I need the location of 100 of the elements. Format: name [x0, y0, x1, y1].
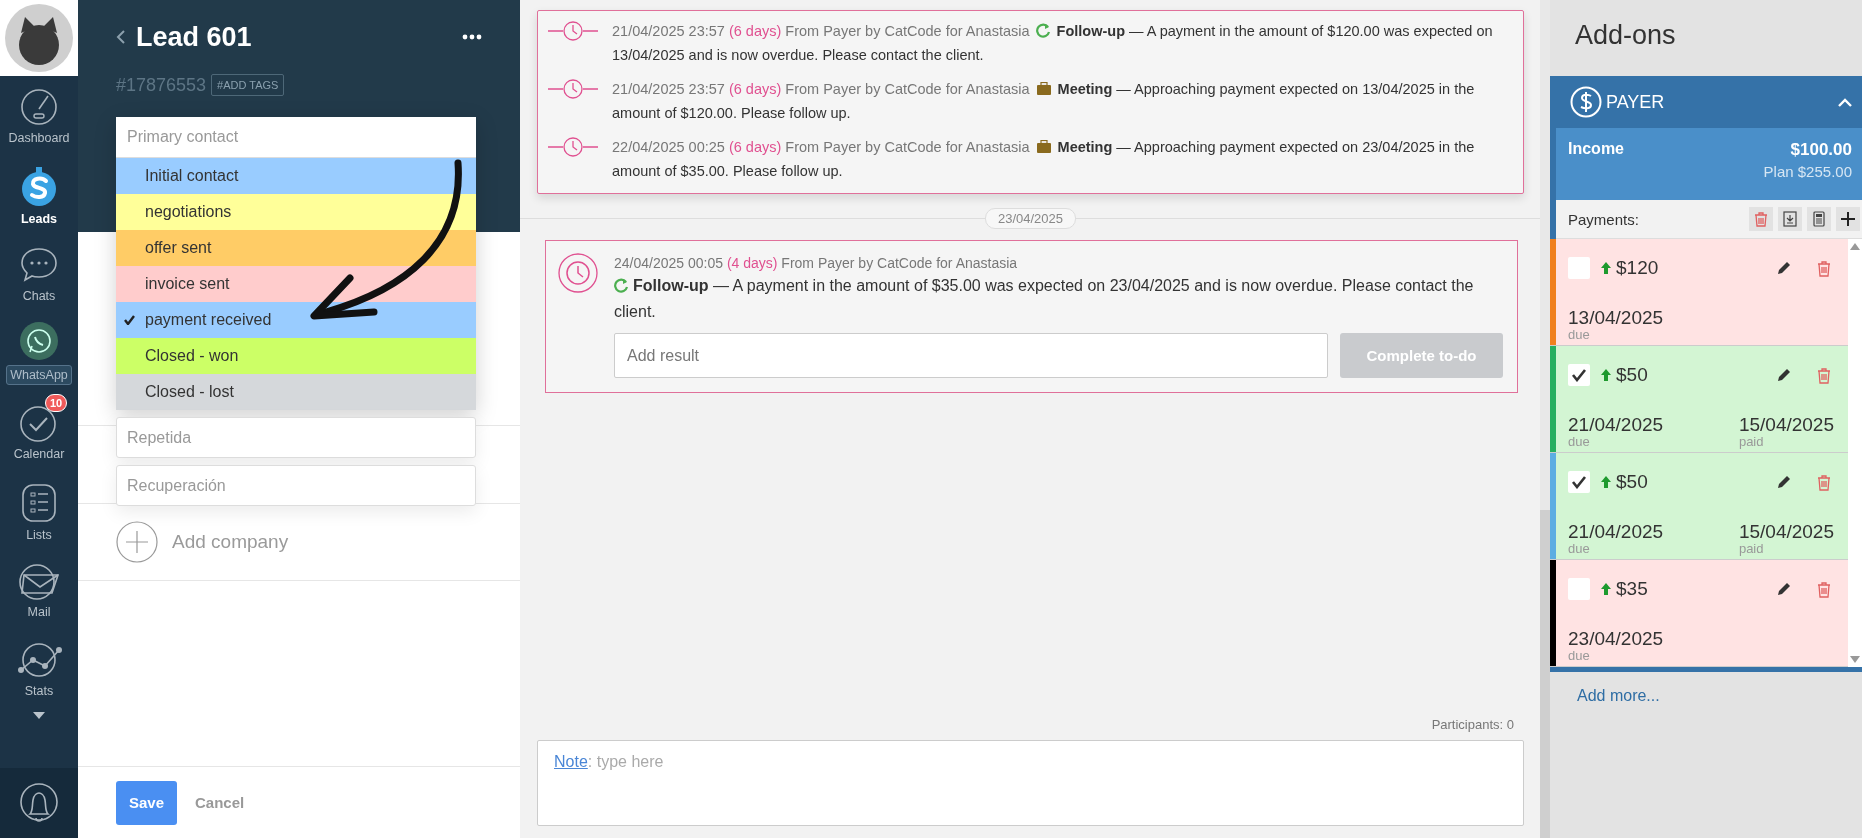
due-date: 21/04/2025	[1568, 522, 1665, 542]
income-label: Income	[1568, 140, 1624, 159]
phone-bubble-icon	[19, 320, 59, 361]
up-arrow-icon	[1600, 475, 1612, 489]
caret-icon[interactable]	[33, 712, 45, 720]
plus-button[interactable]	[1836, 207, 1860, 231]
scroll-down-icon[interactable]	[1850, 656, 1860, 663]
nav-item[interactable]: Leads	[0, 155, 78, 234]
checkbox[interactable]	[1568, 471, 1590, 493]
panel-title: Add-ons	[1574, 19, 1677, 52]
lead-title: Lead 601	[136, 21, 252, 53]
add-tags-button[interactable]: #ADD TAGS	[211, 74, 285, 96]
paid-date: 15/04/2025	[1738, 415, 1834, 435]
pencil-icon[interactable]	[1776, 474, 1792, 490]
plus-icon	[1839, 210, 1857, 228]
nav-item[interactable]: Mail	[0, 550, 78, 629]
download-file-button[interactable]	[1778, 207, 1802, 231]
payment-amount: $120	[1616, 257, 1659, 279]
nav-item[interactable]: Calendar 10	[0, 392, 78, 471]
download-file-icon	[1781, 210, 1799, 228]
more-icon[interactable]	[462, 34, 482, 40]
due-date: 13/04/2025	[1568, 308, 1665, 328]
check-icon	[1571, 368, 1587, 382]
back-icon[interactable]	[116, 29, 126, 45]
due-date: 23/04/2025	[1568, 629, 1665, 649]
scroll-up-icon[interactable]	[1850, 243, 1860, 250]
stage-option[interactable]: negotiations	[116, 194, 476, 230]
dollar-logo-icon	[1570, 86, 1602, 118]
stage-option[interactable]: invoice sent	[116, 266, 476, 302]
pencil-icon[interactable]	[1776, 581, 1792, 597]
add-more-link[interactable]: Add more...	[1550, 672, 1862, 705]
payment-amount: $50	[1616, 471, 1648, 493]
plus-icon[interactable]	[116, 521, 158, 563]
check-icon	[1571, 475, 1587, 489]
refresh-icon	[1035, 23, 1051, 38]
note-text: 22/04/2025 00:25 (6 days) From Payer by CatCode for Anastasia Meeting — Approaching payment expected on 23/04/2025 in the amount of $35.00. Please follow up.	[612, 138, 1476, 181]
refresh-icon	[614, 278, 629, 293]
stage-option[interactable]: offer sent	[116, 230, 476, 266]
count-badge: 10	[45, 394, 68, 412]
trash-icon[interactable]	[1816, 580, 1832, 598]
paid-date: 15/04/2025	[1738, 522, 1834, 542]
date-caption: paid	[1738, 435, 1764, 448]
clock-icon	[558, 253, 598, 293]
pencil-icon[interactable]	[1776, 260, 1792, 276]
date-caption: due	[1568, 328, 1591, 341]
note-field[interactable]: : type here	[587, 753, 1507, 771]
stage-option[interactable]: payment received	[116, 302, 476, 338]
date-caption: due	[1568, 649, 1591, 662]
payments-label: Payments:	[1568, 210, 1639, 228]
trash-button[interactable]	[1749, 207, 1773, 231]
up-arrow-icon	[1600, 582, 1612, 596]
payer-name: PAYER	[1606, 91, 1665, 113]
scrollbar-thumb[interactable]	[1540, 510, 1550, 838]
date-separator: 23/04/2025	[984, 207, 1077, 229]
briefcase-icon	[1035, 82, 1052, 96]
date-caption: due	[1568, 435, 1591, 448]
nav-item[interactable]: Chats	[0, 234, 78, 313]
checkbox[interactable]	[1568, 257, 1590, 279]
note-text: 21/04/2025 23:57 (6 days) From Payer by CatCode for Anastasia Follow-up — A payment in the amount of $120.00 was expected on 13/04/2025 and is now overdue. Please contact the client.	[612, 22, 1494, 65]
note-text: Follow-up — A payment in the amount of $35.00 was expected on 23/04/2025 and is now overdue. Please contact the client.	[614, 276, 1475, 322]
stage-option[interactable]: Initial contact	[116, 158, 476, 194]
pencil-icon[interactable]	[1776, 367, 1792, 383]
clock-icon	[548, 19, 598, 43]
trash-icon[interactable]	[1816, 473, 1832, 491]
trash-icon[interactable]	[1816, 366, 1832, 384]
chevron-up-icon[interactable]	[1838, 97, 1852, 107]
calculator-button[interactable]	[1807, 207, 1831, 231]
note-link[interactable]: Note	[554, 753, 588, 771]
nav-item[interactable]: Dashboard	[0, 76, 78, 155]
checkbox[interactable]	[1568, 578, 1590, 600]
checkbox[interactable]	[1568, 364, 1590, 386]
calculator-icon	[1810, 210, 1828, 228]
income-amount: $100.00	[1790, 140, 1852, 160]
nav-item[interactable]: WhatsApp	[0, 313, 78, 392]
note-text: 21/04/2025 23:57 (6 days) From Payer by CatCode for Anastasia Meeting — Approaching payment expected on 13/04/2025 in the amount of $120.00. Please follow up.	[612, 80, 1476, 123]
note-meta: 24/04/2025 00:05 (4 days) From Payer by CatCode for Anastasia	[614, 254, 1019, 273]
lead-number: #17876553	[116, 74, 207, 96]
up-arrow-icon	[1600, 261, 1612, 275]
trash-icon[interactable]	[1816, 259, 1832, 277]
briefcase-icon	[1035, 140, 1052, 154]
date-caption: due	[1568, 542, 1591, 555]
result-field[interactable]: Add result	[614, 333, 1328, 378]
stage-option[interactable]: Closed - won	[116, 338, 476, 374]
date-caption: paid	[1738, 542, 1764, 555]
clock-icon	[548, 77, 598, 101]
text-field[interactable]: Recuperación	[116, 465, 476, 506]
stage-option[interactable]: Closed - lost	[116, 374, 476, 410]
clock-icon	[548, 135, 598, 159]
participants-count: Participants: 0	[1431, 717, 1514, 732]
payment-amount: $50	[1616, 364, 1648, 386]
trash-icon	[1752, 210, 1770, 228]
due-date: 21/04/2025	[1568, 415, 1665, 435]
payment-amount: $35	[1616, 578, 1648, 600]
avatar[interactable]	[4, 3, 74, 73]
gauge-icon	[19, 86, 59, 127]
plan-amount: Plan $255.00	[1763, 163, 1852, 180]
up-arrow-icon	[1600, 368, 1612, 382]
text-field[interactable]: Repetida	[116, 417, 476, 458]
nav-item[interactable]: Lists	[0, 471, 78, 550]
nav-item[interactable]: Stats	[0, 629, 78, 708]
